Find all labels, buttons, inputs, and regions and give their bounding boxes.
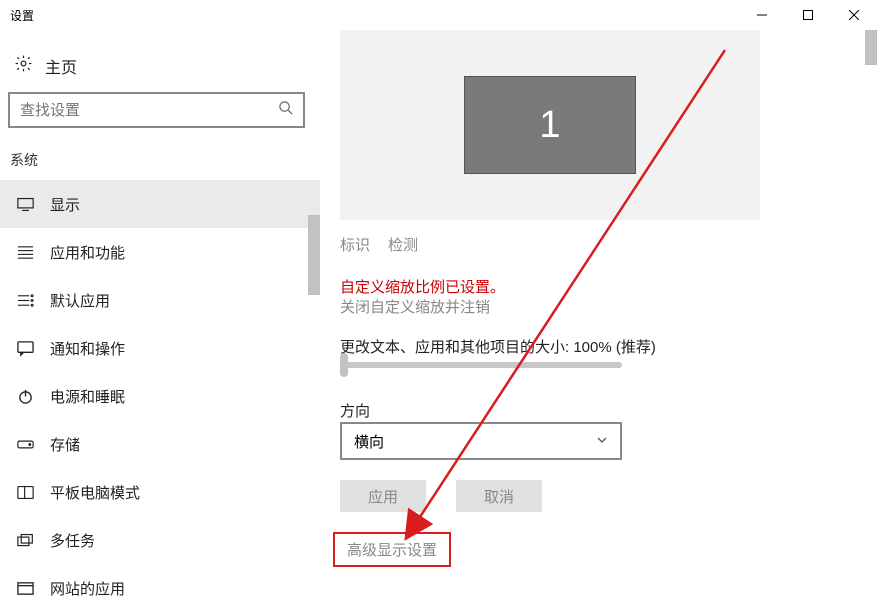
home-link[interactable]: 主页: [0, 46, 320, 92]
nav-item-label: 平板电脑模式: [50, 482, 140, 503]
orientation-label: 方向: [340, 400, 370, 421]
close-icon: [849, 10, 859, 20]
chevron-down-icon: [596, 433, 608, 450]
tablet-icon: [16, 484, 34, 501]
nav-item-web-apps[interactable]: 网站的应用: [0, 564, 320, 610]
cancel-label: 取消: [484, 486, 514, 507]
close-scale-link[interactable]: 关闭自定义缩放并注销: [340, 296, 490, 317]
apply-label: 应用: [368, 486, 398, 507]
title-bar: 设置: [0, 0, 877, 30]
monitor-tile[interactable]: 1: [464, 76, 636, 174]
storage-icon: [16, 436, 34, 453]
advanced-display-link[interactable]: 高级显示设置: [333, 532, 451, 567]
minimize-icon: [757, 10, 767, 20]
scale-slider[interactable]: [340, 362, 622, 368]
cancel-button[interactable]: 取消: [456, 480, 542, 512]
window-title: 设置: [10, 7, 34, 24]
nav-group-label: 系统: [0, 142, 320, 180]
identify-link[interactable]: 标识: [340, 234, 370, 255]
nav-item-label: 通知和操作: [50, 338, 125, 359]
size-label: 更改文本、应用和其他项目的大小: 100% (推荐): [340, 336, 656, 357]
nav-item-tablet[interactable]: 平板电脑模式: [0, 468, 320, 516]
apps-icon: [16, 244, 34, 261]
nav-item-power[interactable]: 电源和睡眠: [0, 372, 320, 420]
display-preview-panel: 1: [340, 30, 760, 220]
nav-item-label: 默认应用: [50, 290, 110, 311]
search-box[interactable]: [8, 92, 305, 128]
notifications-icon: [16, 340, 34, 357]
nav-item-apps[interactable]: 应用和功能: [0, 228, 320, 276]
nav-item-label: 多任务: [50, 530, 95, 551]
nav-item-multitask[interactable]: 多任务: [0, 516, 320, 564]
scale-warning: 自定义缩放比例已设置。: [340, 276, 505, 297]
search-icon: [278, 100, 293, 120]
default-apps-icon: [16, 292, 34, 309]
gear-icon: [14, 54, 33, 78]
nav-item-label: 存储: [50, 434, 80, 455]
nav-item-label: 应用和功能: [50, 242, 125, 263]
search-input[interactable]: [20, 102, 278, 119]
web-apps-icon: [16, 580, 34, 597]
monitor-number: 1: [539, 104, 560, 147]
maximize-button[interactable]: [785, 0, 831, 30]
window-controls: [739, 0, 877, 30]
minimize-button[interactable]: [739, 0, 785, 30]
close-button[interactable]: [831, 0, 877, 30]
orientation-select[interactable]: 横向: [340, 422, 622, 460]
monitor-icon: [16, 196, 34, 213]
nav-item-storage[interactable]: 存储: [0, 420, 320, 468]
multitask-icon: [16, 532, 34, 549]
home-label: 主页: [45, 54, 77, 78]
apply-button[interactable]: 应用: [340, 480, 426, 512]
sidebar: 主页 系统 显示 应用和功能 默认应用: [0, 30, 320, 610]
sidebar-scrollbar[interactable]: [308, 215, 320, 295]
main-scrollbar[interactable]: [865, 30, 877, 65]
nav-item-default-apps[interactable]: 默认应用: [0, 276, 320, 324]
orientation-value: 横向: [354, 431, 384, 452]
power-icon: [16, 388, 34, 405]
nav-item-display[interactable]: 显示: [0, 180, 320, 228]
main-content: 1 标识 检测 自定义缩放比例已设置。 关闭自定义缩放并注销 更改文本、应用和其…: [320, 30, 877, 610]
advanced-label: 高级显示设置: [347, 542, 437, 559]
maximize-icon: [803, 10, 813, 20]
nav-list: 显示 应用和功能 默认应用 通知和操作 电源和睡眠 存储: [0, 180, 320, 610]
nav-item-label: 电源和睡眠: [50, 386, 125, 407]
slider-thumb[interactable]: [340, 353, 348, 377]
nav-item-label: 显示: [50, 194, 80, 215]
nav-item-label: 网站的应用: [50, 578, 125, 599]
nav-item-notifications[interactable]: 通知和操作: [0, 324, 320, 372]
detect-link[interactable]: 检测: [388, 234, 418, 255]
